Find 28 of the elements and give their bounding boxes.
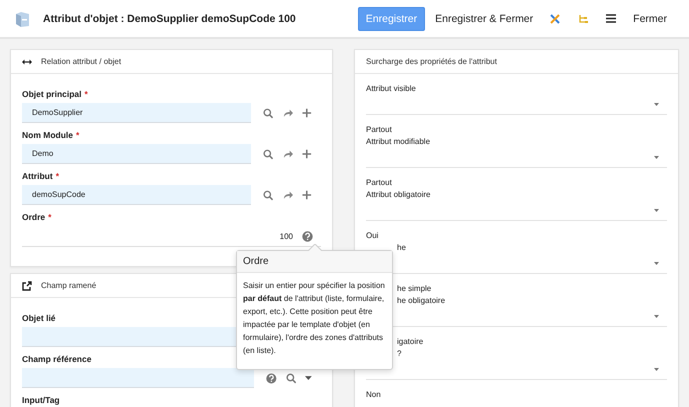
field-label: Attribut	[22, 171, 53, 181]
field-label: Ordre	[22, 212, 46, 222]
field-text: Attribut modifiable	[366, 136, 430, 148]
required-mark: *	[76, 130, 80, 140]
field-label: Champ référence	[22, 354, 92, 364]
required-mark: *	[56, 171, 59, 181]
panel-title: Surcharge des propriétés de l'attribut	[366, 57, 497, 66]
field-text: he	[397, 242, 406, 254]
field-text: Attribut obligatoire	[366, 189, 430, 201]
field-label: Input/Tag	[22, 395, 60, 405]
field-text: Attribut visible	[366, 83, 416, 95]
tooltip-text: Saisir un entier pour spécifier la position par défaut de l'attribut (liste, formulaire, export, etc.). Cette position peut être impactée par le template d'objet (en formulaire), l'ordre des zones d'attributs (en liste).	[242, 280, 386, 357]
field-text: ?	[397, 348, 402, 360]
field-text: he obligatoire	[397, 295, 446, 307]
panel-title: Champ ramené	[41, 281, 96, 290]
field-text: Oui	[366, 230, 378, 242]
field-text: he simple	[397, 283, 432, 295]
field-text: Non	[366, 389, 381, 401]
window-title: Attribut d'objet : DemoSupplier demoSupCode 100	[43, 12, 297, 24]
field-text: Partout	[366, 124, 392, 136]
field-label: Nom Module	[22, 130, 73, 140]
panel-title: Relation attribut / objet	[41, 57, 122, 66]
field-text: Partout	[366, 177, 392, 189]
required-mark: *	[84, 89, 88, 99]
field-label: Objet principal	[22, 89, 82, 99]
field-text: igatoire	[397, 336, 424, 348]
field-label: Objet lié	[22, 313, 56, 323]
required-mark: *	[48, 212, 52, 222]
